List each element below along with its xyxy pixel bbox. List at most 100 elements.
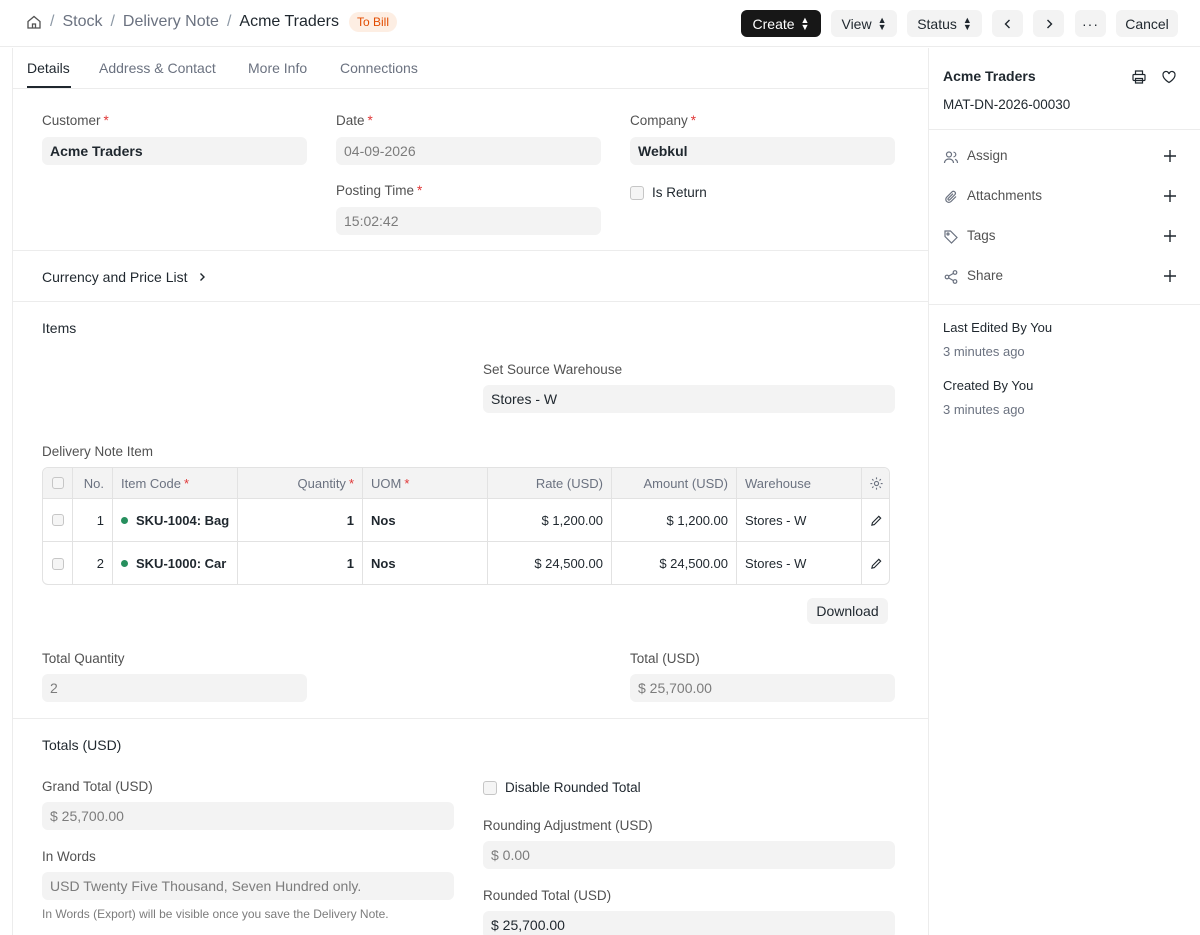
row-warehouse[interactable]: Stores - W — [737, 542, 862, 584]
document-id: MAT-DN-2026-00030 — [943, 97, 1071, 112]
sidebar-assign[interactable]: Assign — [929, 145, 1200, 169]
is-return-checkbox[interactable] — [630, 186, 644, 200]
row-warehouse[interactable]: Stores - W — [737, 499, 862, 541]
in-words-help-text: In Words (Export) will be visible once y… — [42, 907, 389, 921]
view-button-label: View — [841, 15, 872, 32]
tab-address-contact[interactable]: Address & Contact — [99, 60, 216, 76]
row-edit-cell — [862, 499, 889, 541]
row-checkbox[interactable] — [51, 514, 64, 526]
chevron-right-icon — [200, 273, 206, 281]
created-label: Created By You — [943, 378, 1034, 393]
tab-connections[interactable]: Connections — [340, 60, 418, 76]
disable-rounded-total-checkbox[interactable] — [483, 781, 497, 795]
chevron-updown-icon: ▲ ▼ — [962, 14, 972, 32]
date-label: Date * — [336, 113, 373, 128]
sidebar-title: Acme Traders — [943, 68, 1036, 84]
is-return-label: Is Return — [652, 185, 707, 200]
row-quantity[interactable]: 1 — [238, 542, 363, 584]
status-button[interactable]: Status ▲ ▼ — [907, 10, 982, 37]
sidebar-tags[interactable]: Tags — [929, 225, 1200, 249]
table-row[interactable]: 1 SKU-1004: Bag 1 Nos $ 1,200.00 $ 1,200… — [43, 499, 889, 542]
cancel-button-label: Cancel — [1125, 15, 1169, 32]
sidebar-attachments[interactable]: Attachments — [929, 185, 1200, 209]
row-item-code[interactable]: SKU-1000: Car — [113, 542, 238, 584]
tag-icon — [944, 230, 958, 244]
currency-price-list-section[interactable]: Currency and Price List — [42, 269, 207, 285]
breadcrumb: / Stock / Delivery Note / Acme Traders T… — [26, 12, 398, 32]
source-warehouse-field[interactable]: Stores - W — [483, 385, 895, 413]
row-no: 1 — [73, 499, 113, 541]
gear-icon[interactable] — [869, 476, 884, 491]
pencil-icon[interactable] — [870, 557, 883, 570]
breadcrumb-stock[interactable]: Stock — [62, 13, 102, 31]
row-item-code[interactable]: SKU-1004: Bag — [113, 499, 238, 541]
company-label: Company * — [630, 113, 697, 128]
breadcrumb-separator: / — [50, 13, 55, 30]
select-all-cell — [43, 468, 73, 498]
download-button[interactable]: Download — [807, 598, 888, 624]
sidebar-assign-label: Assign — [967, 148, 1008, 163]
tab-details[interactable]: Details — [27, 60, 70, 76]
create-button-label: Create — [752, 15, 795, 32]
items-table-header: No. Item Code * Quantity * UOM * Rate (USD)… — [43, 468, 889, 499]
rounded-total-field: $ 25,700.00 — [483, 911, 895, 935]
customer-field[interactable]: Acme Traders — [42, 137, 307, 165]
sidebar-share-label: Share — [967, 268, 1004, 283]
in-words-field: USD Twenty Five Thousand, Seven Hundred … — [42, 872, 454, 900]
totals-section-title: Totals (USD) — [42, 737, 122, 753]
row-amount: $ 1,200.00 — [612, 499, 737, 541]
tab-more-info[interactable]: More Info — [248, 60, 307, 76]
next-document-button[interactable] — [1033, 10, 1064, 37]
chevron-left-icon — [1004, 19, 1010, 28]
grand-total-field: $ 25,700.00 — [42, 802, 454, 830]
ellipsis-icon: ··· — [1082, 15, 1099, 32]
items-table-label: Delivery Note Item — [42, 444, 154, 459]
col-uom: UOM * — [363, 468, 488, 498]
paperclip-icon — [945, 190, 957, 203]
row-rate[interactable]: $ 24,500.00 — [488, 542, 612, 584]
divider — [13, 301, 929, 302]
row-uom[interactable]: Nos — [363, 499, 488, 541]
pencil-icon[interactable] — [870, 514, 883, 527]
row-quantity[interactable]: 1 — [238, 499, 363, 541]
company-field[interactable]: Webkul — [630, 137, 895, 165]
col-amount: Amount (USD) — [612, 468, 737, 498]
plus-icon[interactable] — [1161, 227, 1179, 245]
items-section-title: Items — [42, 320, 77, 336]
cancel-button[interactable]: Cancel — [1116, 10, 1178, 37]
create-button[interactable]: Create ▲ ▼ — [741, 10, 821, 37]
row-rate[interactable]: $ 1,200.00 — [488, 499, 612, 541]
view-button[interactable]: View ▲ ▼ — [831, 10, 897, 37]
table-row[interactable]: 2 SKU-1000: Car 1 Nos $ 24,500.00 $ 24,5… — [43, 542, 889, 584]
total-quantity-label: Total Quantity — [42, 651, 125, 666]
home-icon[interactable] — [26, 14, 42, 30]
row-select-cell — [43, 542, 73, 584]
plus-icon[interactable] — [1161, 187, 1179, 205]
date-field[interactable]: 04-09-2026 — [336, 137, 601, 165]
row-checkbox[interactable] — [51, 557, 64, 570]
rounding-adjustment-label: Rounding Adjustment (USD) — [483, 818, 653, 833]
divider — [929, 304, 1200, 305]
breadcrumb-delivery-note[interactable]: Delivery Note — [123, 13, 219, 31]
previous-document-button[interactable] — [992, 10, 1023, 37]
chevron-updown-icon: ▲ ▼ — [800, 14, 810, 32]
more-actions-button[interactable]: ··· — [1075, 10, 1106, 37]
created-time: 3 minutes ago — [943, 402, 1025, 417]
sidebar-share[interactable]: Share — [929, 265, 1200, 289]
last-edited-time: 3 minutes ago — [943, 344, 1025, 359]
posting-time-field[interactable]: 15:02:42 — [336, 207, 601, 235]
source-warehouse-label: Set Source Warehouse — [483, 362, 623, 377]
select-all-checkbox[interactable] — [51, 477, 64, 489]
row-uom[interactable]: Nos — [363, 542, 488, 584]
chevron-right-icon — [1046, 19, 1052, 28]
plus-icon[interactable] — [1161, 147, 1179, 165]
form-sidebar: Acme Traders MAT-DN-2026-00030 Assign At… — [928, 48, 1200, 935]
col-rate: Rate (USD) — [488, 468, 612, 498]
status-badge: To Bill — [349, 12, 398, 32]
printer-icon[interactable] — [1131, 69, 1147, 85]
form-tabs: Details Address & Contact More Info Conn… — [13, 48, 929, 89]
col-item-code: Item Code * — [113, 468, 238, 498]
heart-icon[interactable] — [1161, 69, 1177, 85]
customer-label: Customer * — [42, 113, 109, 128]
plus-icon[interactable] — [1161, 267, 1179, 285]
